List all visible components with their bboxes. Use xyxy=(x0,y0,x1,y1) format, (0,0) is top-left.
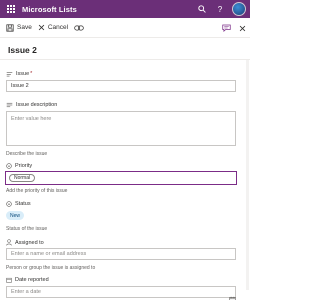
waffle-icon[interactable] xyxy=(0,0,22,18)
cancel-label: Cancel xyxy=(47,24,69,31)
status-help: Status of the issue xyxy=(6,226,48,232)
choice-icon xyxy=(6,201,12,207)
comment-icon[interactable] xyxy=(220,22,232,34)
help-icon[interactable]: ? xyxy=(214,3,226,15)
priority-dropdown[interactable]: Normal xyxy=(5,171,237,185)
assigned-label-row: Assigned to xyxy=(6,239,44,246)
priority-label: Priority xyxy=(15,163,33,169)
copy-link-button[interactable] xyxy=(74,18,87,38)
divider xyxy=(0,59,250,60)
assigned-label: Assigned to xyxy=(15,239,44,246)
search-icon[interactable] xyxy=(196,3,208,15)
multiline-text-icon xyxy=(6,102,13,108)
issue-input[interactable]: Issue 2 xyxy=(6,80,236,92)
description-help: Describe the issue xyxy=(6,151,48,157)
status-pill[interactable]: New xyxy=(6,211,25,220)
scrollbar[interactable] xyxy=(246,60,249,290)
priority-pill[interactable]: Normal xyxy=(9,174,36,182)
dismiss-icon[interactable] xyxy=(236,22,248,34)
date-label: Date reported xyxy=(15,277,49,283)
assigned-help: Person or group the issue is assigned to xyxy=(6,265,96,271)
save-icon xyxy=(6,23,14,32)
status-label-row: Status xyxy=(6,201,31,207)
page-title: Issue 2 xyxy=(8,45,37,55)
svg-text:?: ? xyxy=(218,5,223,13)
person-icon xyxy=(6,239,12,246)
calendar-icon[interactable] xyxy=(229,290,236,300)
close-icon xyxy=(38,24,45,31)
issue-label: Issue xyxy=(16,71,30,77)
assigned-input[interactable]: Enter a name or email address xyxy=(6,248,236,260)
calendar-small-icon xyxy=(6,277,12,283)
description-label: Issue description xyxy=(16,102,58,108)
choice-icon xyxy=(6,163,12,169)
text-field-icon xyxy=(6,72,13,77)
description-textarea[interactable]: Enter value here xyxy=(6,111,236,146)
link-icon xyxy=(74,25,84,30)
description-label-row: Issue description xyxy=(6,102,57,108)
save-button[interactable]: Save xyxy=(6,18,32,38)
priority-label-row: Priority xyxy=(6,163,32,169)
date-input[interactable]: Enter a date xyxy=(6,286,236,298)
date-label-row: Date reported xyxy=(6,277,49,283)
app-header: Microsoft Lists ? xyxy=(0,0,250,18)
cancel-button[interactable]: Cancel xyxy=(38,18,68,38)
required-marker: * xyxy=(30,71,33,77)
save-label: Save xyxy=(17,24,32,31)
avatar[interactable] xyxy=(232,2,246,16)
app-title: Microsoft Lists xyxy=(22,4,77,14)
priority-help: Add the priority of this issue xyxy=(6,188,68,194)
status-label: Status xyxy=(15,201,31,207)
command-bar: Save Cancel xyxy=(0,18,250,38)
issue-label-row: Issue * xyxy=(6,71,32,77)
